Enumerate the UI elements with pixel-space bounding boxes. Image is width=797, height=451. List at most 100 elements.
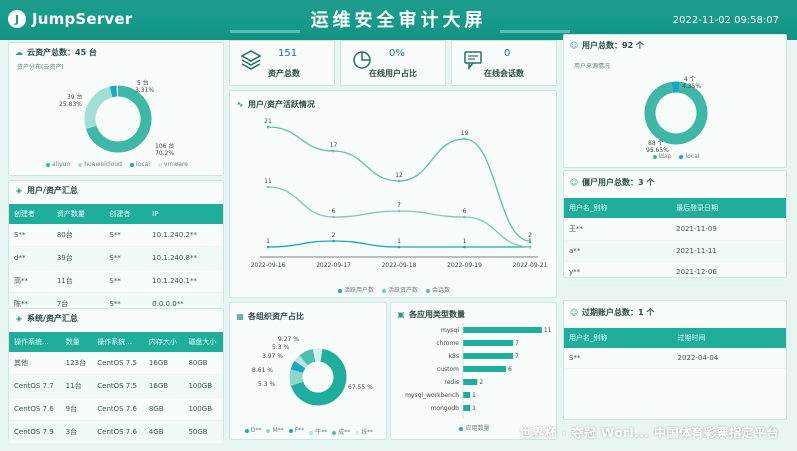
data-point[interactable] [463, 215, 466, 219]
bar-value-redis: 2 [479, 379, 483, 386]
donut-slice-F**[interactable] [290, 360, 306, 374]
table-row[interactable]: S** 80台 S** 10.1.240.2** [9, 224, 223, 247]
activity-title: 用户/资产活跃情况 [248, 100, 315, 109]
donut-slice-牛**[interactable] [294, 355, 308, 369]
layers-icon: ◈ [15, 314, 23, 323]
donut-slice-local[interactable] [109, 85, 118, 98]
data-point[interactable] [266, 245, 270, 249]
data-point[interactable] [397, 245, 401, 249]
donut-slice-ldap[interactable] [644, 81, 708, 145]
legend-item-huaweicloud[interactable]: huaweicloud [78, 161, 122, 168]
system-asset-table: 操作系统... 数量 操作系统... 内存大小 磁盘大小 其他 123台 CentO… [9, 332, 223, 444]
col-header[interactable]: 用户名_别称 [564, 328, 673, 348]
table-row[interactable]: 其他 123台 CentOS 7.5 16GB 80GB [9, 352, 223, 375]
donut-slice-huaweicloud[interactable] [84, 86, 113, 129]
table-row[interactable]: CentOS 7.7 11台 CentOS 7.5 16GB 100GB [9, 374, 223, 398]
stat-value-sessions: 0 [504, 48, 511, 59]
org-legend: D** M** F** 牛** 成** 线** [230, 427, 388, 436]
col-header[interactable]: 数量 [60, 332, 93, 352]
legend-item-app-count[interactable]: 应用数量 [459, 423, 490, 432]
donut-slice-M**[interactable] [289, 369, 304, 386]
legend-item-ldap[interactable]: ldap [652, 153, 671, 160]
col-header[interactable]: 磁盘大小 [183, 332, 223, 352]
legend-item-local[interactable]: local [129, 161, 150, 168]
series-line-2[interactable] [267, 126, 531, 242]
table-row[interactable]: 王** 2021-11-09 [564, 218, 786, 241]
data-point[interactable] [397, 209, 401, 213]
bar-redis[interactable] [463, 379, 478, 385]
bar-mysql[interactable] [463, 327, 542, 333]
bar-k8s[interactable] [463, 353, 514, 359]
table-row[interactable]: 高** 11台 S** 10.1.240.1** [9, 269, 223, 293]
bar-mysql_workbench[interactable] [463, 392, 471, 398]
data-point[interactable] [528, 239, 532, 243]
col-header[interactable]: 过期时间 [672, 328, 786, 348]
stat-label-assets: 资产总数 [268, 69, 300, 78]
data-point[interactable] [332, 239, 335, 243]
bar-value-mysql_workbench: 1 [472, 392, 476, 399]
layers-icon: ◈ [15, 186, 23, 195]
col-header[interactable]: 用户名_别称 [564, 198, 672, 218]
table-row[interactable]: y** 2021-12-06 [564, 261, 786, 283]
legend-item-org-d[interactable]: D** [244, 427, 261, 436]
legend-item-vmware[interactable]: vmware [157, 161, 188, 168]
data-point[interactable] [266, 125, 270, 129]
data-point[interactable] [332, 149, 335, 153]
data-point[interactable] [463, 245, 466, 249]
donut-slice-成**[interactable] [299, 348, 316, 366]
cloud-legend: aliyun huaweicloud local vmware [9, 161, 225, 168]
users-label-ldap: 88 个 [648, 140, 664, 147]
data-label: 12 [395, 172, 403, 179]
data-point[interactable] [528, 245, 532, 249]
data-point[interactable] [397, 179, 401, 183]
zombie-users-title: 僵尸用户总数：3 个 [582, 178, 655, 187]
expired-users-table: 用户名_别称 过期时间 S** 2022-04-04 [564, 328, 786, 369]
col-header[interactable]: 创建者 [9, 204, 52, 224]
activity-legend: 活跃用户数 活跃资产数 会话数 [230, 285, 558, 294]
x-tick-label: 2022-09-19 [447, 262, 482, 269]
data-point[interactable] [463, 137, 466, 141]
table-row[interactable]: d** 39台 S** 10.1.240.8** [9, 246, 223, 270]
col-header[interactable]: 资产数量 [51, 204, 105, 224]
col-header[interactable]: 内存大小 [143, 332, 184, 352]
legend-item-org-m[interactable]: M** [266, 427, 284, 436]
col-header[interactable]: 创建者 [104, 204, 148, 224]
users-label-local-pct: 4.35% [682, 83, 701, 90]
data-label: 2 [528, 232, 532, 239]
legend-item-org-f[interactable]: F** [288, 427, 304, 436]
bar-label-chrome: chrome [436, 340, 459, 347]
chat-icon [464, 51, 482, 71]
legend-item-local-users[interactable]: local [679, 153, 699, 160]
stat-card-assets[interactable]: 151 资产总数 [229, 40, 335, 86]
bar-mongodb[interactable] [463, 405, 471, 411]
legend-item-sessions[interactable]: 会话数 [426, 285, 450, 294]
table-row[interactable]: a** 2021-11-11 [564, 240, 786, 262]
legend-item-org-cheng[interactable]: 成** [332, 427, 350, 436]
data-label: 21 [264, 118, 272, 125]
col-header[interactable]: 最后登录日期 [671, 198, 786, 218]
table-row[interactable]: S** 2022-04-04 [564, 348, 786, 369]
legend-item-active-users[interactable]: 活跃用户数 [337, 285, 374, 294]
bar-chrome[interactable] [463, 340, 514, 346]
legend-item-aliyun[interactable]: aliyun [46, 161, 70, 168]
stat-card-online-users[interactable]: 0% 在线用户占比 [340, 40, 446, 86]
col-header[interactable]: IP [147, 204, 223, 224]
stat-card-sessions[interactable]: 0 在线会话数 [451, 40, 557, 86]
table-row[interactable]: CentOS 7.9 3台 CentOS 7.6 4GB 50GB [9, 420, 223, 444]
col-header[interactable]: 操作系统... [92, 332, 144, 352]
col-header[interactable]: 操作系统... [9, 332, 61, 352]
data-label: 7 [397, 202, 401, 209]
table-row[interactable]: CentOS 7.6 9台 CentOS 7.6 8GB 100GB [9, 397, 223, 421]
bar-value-mysql: 11 [544, 327, 552, 334]
users-donut-chart: 4 个4.35%88 个95.65% [644, 76, 708, 154]
users-title: 用户总数：92 个 [582, 41, 644, 50]
legend-item-active-assets[interactable]: 活跃资产数 [381, 285, 418, 294]
data-point[interactable] [266, 185, 270, 189]
legend-item-org-niu[interactable]: 牛** [309, 427, 327, 436]
org-title: 各组织资产占比 [248, 312, 304, 321]
data-point[interactable] [332, 215, 335, 219]
org-label-1: 9.27 % [278, 336, 299, 343]
bar-custom[interactable] [463, 366, 506, 372]
cloud-donut-chart: 5 台 3.31% 39 台 25.83% 106 台 70.2% [59, 79, 174, 157]
legend-item-org-xian[interactable]: 线** [355, 427, 373, 436]
